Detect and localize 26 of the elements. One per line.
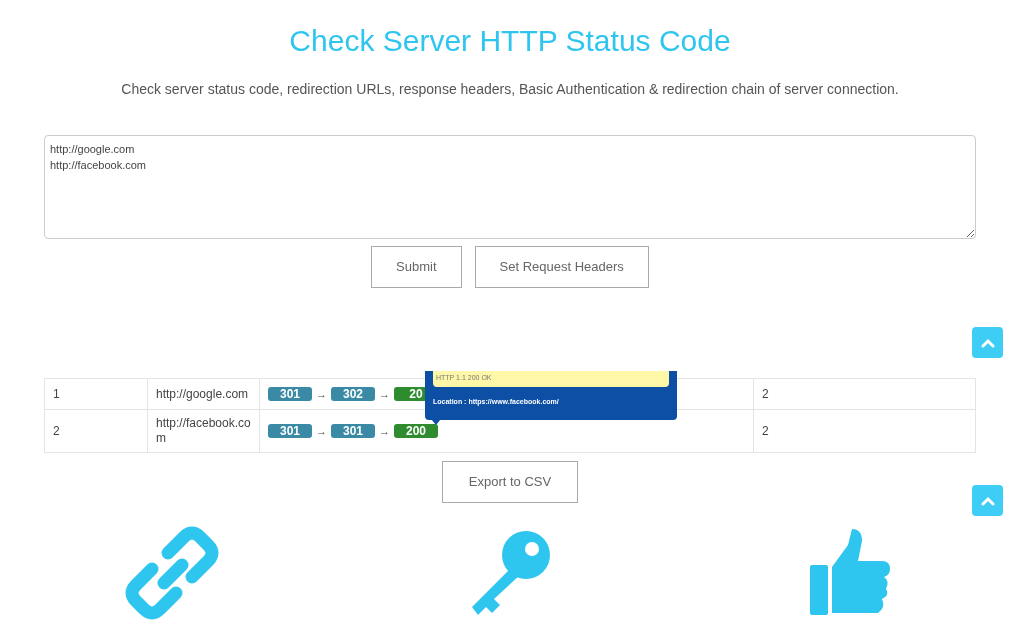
arrow-text: → — [379, 386, 390, 402]
status-code-badge[interactable]: 302 — [331, 387, 375, 401]
scroll-top-button[interactable] — [972, 327, 1003, 358]
table-cell: 2 — [44, 409, 148, 453]
status-code-badge[interactable]: 200 — [394, 424, 438, 438]
scroll-top-button[interactable] — [972, 485, 1003, 516]
chevron-up-icon — [980, 495, 995, 506]
chain-link-icon — [124, 525, 220, 621]
status-code-badge[interactable]: 301 — [268, 387, 312, 401]
action-button[interactable]: Set Request Headers — [474, 246, 649, 288]
action-button[interactable]: Submit — [371, 246, 462, 288]
url-input-field[interactable]: http://google.com http://facebook.com — [44, 135, 976, 239]
arrow-text: → — [316, 386, 327, 402]
status-code-badge[interactable]: 301 — [331, 424, 375, 438]
arrow-text: → — [316, 423, 327, 439]
table-cell: http://facebook.com — [147, 409, 260, 453]
page-subtitle: Check server status code, redirection URLs, response headers, Basic Authentication & redirection chain of server connection. — [121, 80, 899, 98]
chevron-up-icon — [980, 337, 995, 348]
page-title: Check Server HTTP Status Code — [289, 23, 731, 59]
arrow-text: → — [379, 423, 390, 439]
table-cell: 2 — [753, 409, 976, 453]
export-csv-button[interactable]: Export to CSV — [442, 461, 578, 503]
table-cell: http://google.com — [147, 378, 260, 410]
status-code-badge[interactable]: 301 — [268, 424, 312, 438]
table-cell: 2 — [753, 378, 976, 410]
table-cell: 1 — [44, 378, 148, 410]
